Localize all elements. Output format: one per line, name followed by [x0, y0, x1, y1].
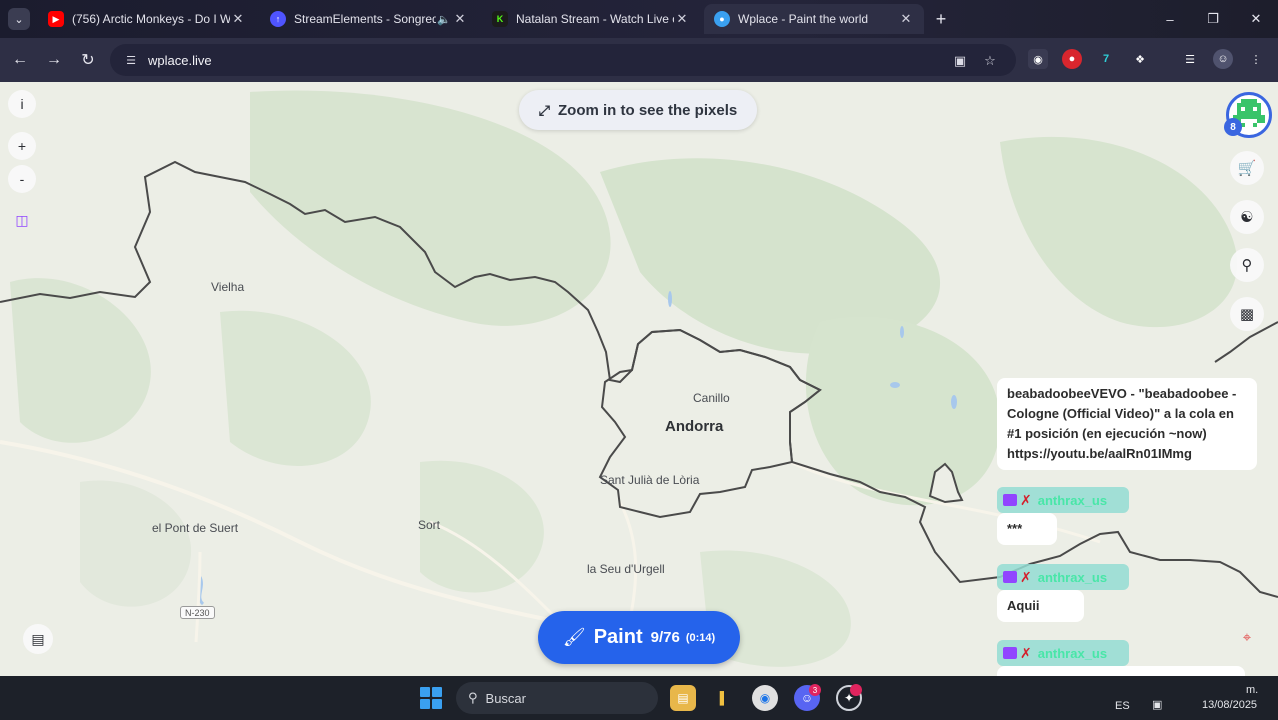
file-explorer-icon[interactable]: ▤	[670, 685, 696, 711]
bookmark-star-icon[interactable]: ☆	[980, 51, 1000, 71]
minimize-icon[interactable]: –	[1150, 6, 1190, 32]
alliance-group-icon[interactable]: ☯	[1230, 200, 1264, 234]
windows-start-icon[interactable]	[420, 687, 442, 709]
road-shield-n230: N-230	[180, 606, 215, 619]
chat-message: Aquii	[997, 590, 1084, 622]
level-badge: 8	[1224, 118, 1242, 136]
search-location-icon[interactable]: ⚲	[1230, 248, 1264, 282]
new-tab-plus-icon[interactable]: +	[930, 8, 952, 30]
menu-kebab-icon[interactable]: ⋮	[1246, 49, 1266, 69]
url-text: wplace.live	[148, 52, 212, 68]
kick-icon: K	[492, 11, 508, 27]
tab-title: StreamElements - Songrequ	[294, 12, 436, 26]
speaker-icon[interactable]: 🔈	[436, 13, 452, 26]
extension-7tv-icon[interactable]: 7	[1096, 49, 1116, 69]
place-pont-de-suert: el Pont de Suert	[152, 521, 239, 535]
forward-arrow-icon[interactable]: →	[42, 48, 66, 72]
tab-title: Wplace - Paint the world	[738, 12, 869, 26]
chat-username: ✗ anthrax_us	[997, 487, 1129, 513]
chat-message: Ese es el de Rickyedit	[997, 666, 1245, 676]
map-viewport[interactable]: Vielha Canillo Andorra Sant Julià de Lòr…	[0, 82, 1278, 676]
paintbrush-icon: 🖌	[562, 627, 586, 647]
chat-message: ***	[997, 513, 1057, 545]
cross-badge-icon: ✗	[1020, 491, 1032, 508]
clock-suffix: m.	[1246, 684, 1259, 696]
close-icon[interactable]: ✕	[452, 11, 468, 27]
place-sort: Sort	[418, 518, 441, 532]
language-indicator[interactable]: ES	[1115, 700, 1130, 712]
tab-search-chevron-icon[interactable]: ⌄	[8, 8, 30, 30]
youtube-icon: ▶	[48, 11, 64, 27]
close-icon[interactable]: ✕	[674, 11, 690, 27]
site-settings-icon[interactable]: ☰	[120, 54, 142, 67]
zoom-hint-pill[interactable]: ⤢ Zoom in to see the pixels	[519, 90, 757, 130]
chrome-icon[interactable]: ◉	[752, 685, 778, 711]
install-app-icon[interactable]: ▣	[950, 51, 970, 71]
close-icon[interactable]: ✕	[230, 11, 246, 27]
zoom-cursor-icon: ⤢	[538, 101, 550, 118]
leaderboard-icon[interactable]: ▩	[1230, 297, 1264, 331]
media-controls-icon[interactable]: ☰	[1180, 49, 1200, 69]
tab-strip: ⌄ ▶ (756) Arctic Monkeys - Do I Wa ✕ ↑ S…	[0, 0, 1278, 38]
info-button[interactable]: i	[8, 90, 36, 118]
place-sant-julia: Sant Julià de Lòria	[600, 473, 700, 487]
chat-username-text: anthrax_us	[1037, 492, 1108, 508]
twitch-icon[interactable]: ◫	[8, 206, 36, 234]
place-seu-durgell: la Seu d'Urgell	[587, 562, 665, 576]
restore-icon[interactable]: ❐	[1193, 6, 1233, 32]
twitch-badge-icon	[1003, 571, 1017, 583]
tab-title: Natalan Stream - Watch Live on	[516, 12, 674, 26]
network-icon[interactable]: ▣	[1152, 698, 1162, 711]
paint-timer: (0:14)	[685, 631, 716, 644]
tab-kick[interactable]: K Natalan Stream - Watch Live on ✕	[482, 4, 700, 34]
extension-mask-icon[interactable]: ◉	[1028, 49, 1048, 69]
place-andorra: Andorra	[665, 418, 724, 435]
windows-taskbar: ⚲ Buscar ▤ ▌ ◉ ☺ 3 ✦ ES ▣ m. 13/08/2025	[0, 676, 1278, 720]
streamelements-icon: ↑	[270, 11, 286, 27]
cross-badge-icon: ✗	[1020, 568, 1032, 585]
search-icon: ⚲	[468, 690, 478, 705]
extensions-puzzle-icon[interactable]: ❖	[1130, 49, 1150, 69]
tab-wplace[interactable]: ● Wplace - Paint the world ✕	[704, 4, 924, 34]
chat-username: ✗ anthrax_us	[997, 640, 1129, 666]
reload-icon[interactable]: ↻	[76, 48, 100, 72]
palette-toggle-icon[interactable]: ▤	[23, 624, 53, 654]
paint-label: Paint	[593, 626, 643, 648]
clock-date[interactable]: 13/08/2025	[1202, 699, 1257, 711]
profile-avatar-icon[interactable]: ☺	[1213, 49, 1233, 69]
locate-crosshair-icon[interactable]: ⌖	[1230, 620, 1264, 654]
discord-badge: 3	[809, 684, 821, 696]
zoom-hint-text: Zoom in to see the pixels	[558, 101, 738, 119]
place-canillo: Canillo	[693, 391, 730, 405]
paint-charges: 9/76	[650, 629, 680, 646]
chat-username-text: anthrax_us	[1037, 569, 1108, 585]
app-bars-icon[interactable]: ▌	[711, 685, 737, 711]
taskbar-search-placeholder: Buscar	[485, 690, 526, 706]
twitch-badge-icon	[1003, 494, 1017, 506]
app-notification-badge	[850, 684, 862, 696]
globe-icon: ●	[714, 11, 730, 27]
store-cart-icon[interactable]: 🛒	[1230, 151, 1264, 185]
extension-record-icon[interactable]: ●	[1062, 49, 1082, 69]
cross-badge-icon: ✗	[1020, 644, 1032, 661]
zoom-out-button[interactable]: -	[8, 165, 36, 193]
address-bar[interactable]: ☰ wplace.live ▣ ☆	[110, 44, 1016, 76]
browser-toolbar: ← → ↻ ☰ wplace.live ▣ ☆ ◉ ● 7 ❖ ☰ ☺ ⋮	[0, 38, 1278, 82]
back-arrow-icon[interactable]: ←	[8, 48, 32, 72]
tab-streamelements[interactable]: ↑ StreamElements - Songrequ 🔈 ✕	[260, 4, 478, 34]
zoom-in-button[interactable]: +	[8, 132, 36, 160]
tab-youtube[interactable]: ▶ (756) Arctic Monkeys - Do I Wa ✕	[38, 4, 256, 34]
tab-title: (756) Arctic Monkeys - Do I Wa	[72, 12, 230, 26]
taskbar-search[interactable]: ⚲ Buscar	[456, 682, 658, 714]
place-vielha: Vielha	[211, 280, 245, 294]
chat-username: ✗ anthrax_us	[997, 564, 1129, 590]
paint-button[interactable]: 🖌 Paint 9/76 (0:14)	[538, 611, 740, 664]
twitch-badge-icon	[1003, 647, 1017, 659]
close-icon[interactable]: ✕	[898, 11, 914, 27]
window-close-icon[interactable]: ✕	[1236, 6, 1276, 32]
chat-message: beabadoobeeVEVO - "beabadoobee - Cologne…	[997, 378, 1257, 470]
chat-username-text: anthrax_us	[1037, 645, 1108, 661]
